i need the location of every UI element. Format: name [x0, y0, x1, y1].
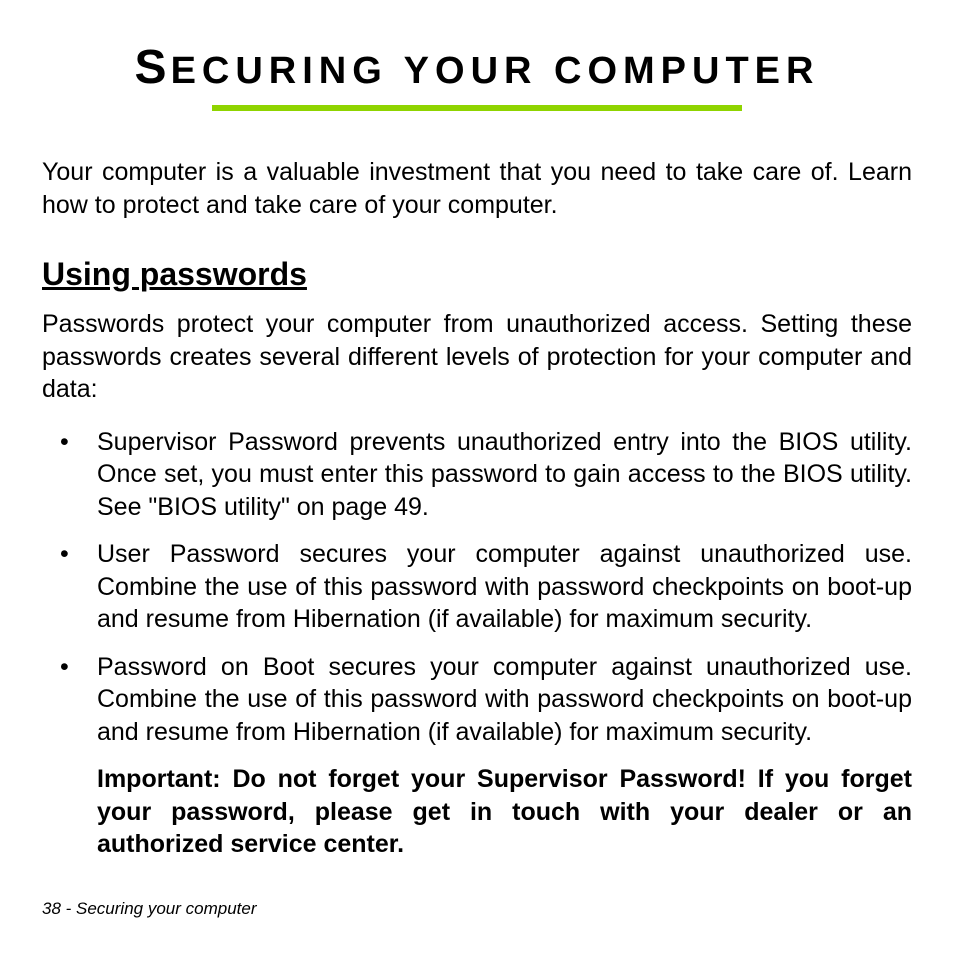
section-heading: Using passwords — [42, 256, 912, 293]
list-item: User Password secures your computer agai… — [42, 538, 912, 636]
section-intro: Passwords protect your computer from una… — [42, 308, 912, 406]
intro-paragraph: Your computer is a valuable investment t… — [42, 156, 912, 221]
title-underline — [212, 105, 742, 111]
list-item: Supervisor Password prevents unauthorize… — [42, 426, 912, 524]
important-note: Important: Do not forget your Supervisor… — [42, 763, 912, 861]
bullet-list: Supervisor Password prevents unauthorize… — [42, 426, 912, 749]
list-item: Password on Boot secures your computer a… — [42, 651, 912, 749]
title-rest: ECURING YOUR COMPUTER — [171, 50, 820, 92]
page-title: SECURING YOUR COMPUTER — [42, 40, 912, 95]
page-footer: 38 - Securing your computer — [42, 899, 257, 919]
title-first-letter: S — [135, 41, 171, 94]
